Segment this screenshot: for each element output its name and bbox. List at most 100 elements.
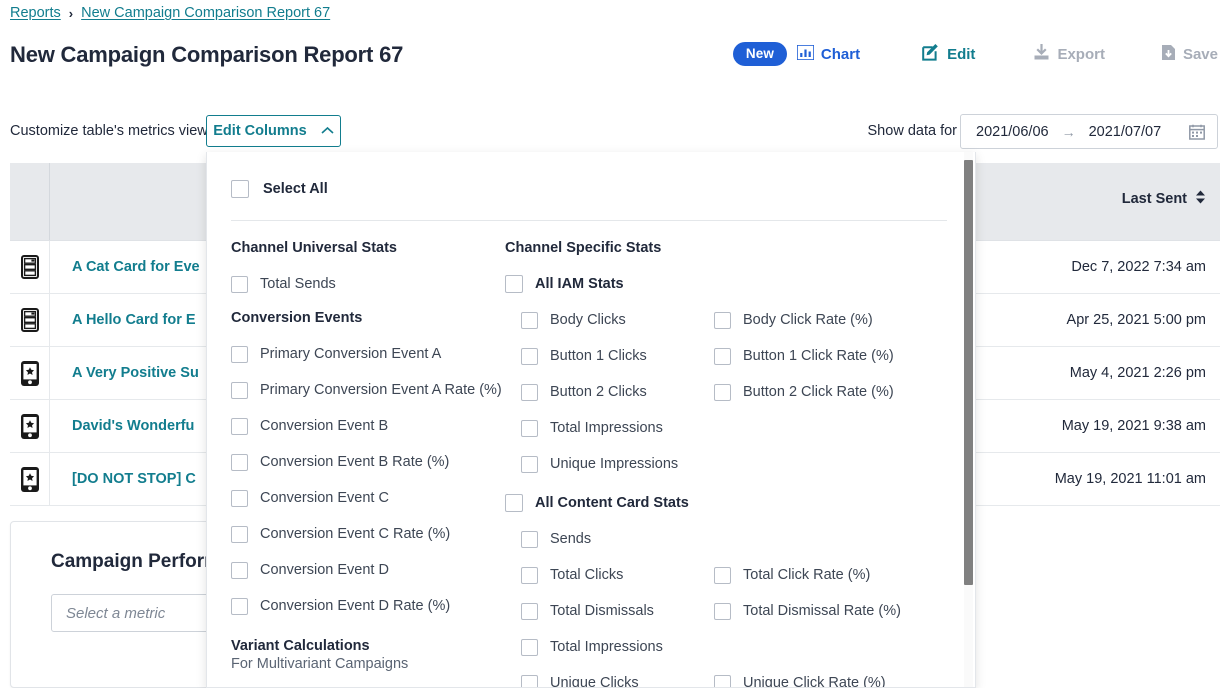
checkbox-row-total-clicks[interactable]: Total Clicks <box>521 557 714 593</box>
checkbox-label: All IAM Stats <box>535 276 624 292</box>
checkbox-row-total-dismissals[interactable]: Total Dismissals <box>521 593 714 629</box>
select-all-label: Select All <box>263 181 328 197</box>
edit-columns-label: Edit Columns <box>213 123 306 139</box>
checkbox-row-button-1-click-rate[interactable]: Button 1 Click Rate (%) <box>714 338 934 374</box>
checkbox[interactable] <box>714 312 731 329</box>
checkbox[interactable] <box>521 603 538 620</box>
checkbox[interactable] <box>505 275 523 293</box>
iam-stats-row: Body Clicks Body Click Rate (%) <box>505 302 955 338</box>
checkbox-row-iam-total-impressions[interactable]: Total Impressions <box>521 410 714 446</box>
checkbox[interactable] <box>231 418 248 435</box>
checkbox-row-cc-total-impressions[interactable]: Total Impressions <box>521 629 714 665</box>
date-range-start[interactable]: 2021/06/06 <box>976 124 1049 140</box>
save-button[interactable]: Save <box>1161 44 1218 65</box>
checkbox[interactable] <box>231 526 248 543</box>
checkbox-row-unique-clicks[interactable]: Unique Clicks <box>521 665 714 688</box>
breadcrumb-link-current[interactable]: New Campaign Comparison Report 67 <box>81 5 330 21</box>
breadcrumb-link-reports[interactable]: Reports <box>10 5 61 21</box>
checkbox-label: Total Sends <box>260 276 336 292</box>
checkbox-row-body-clicks[interactable]: Body Clicks <box>521 302 714 338</box>
checkbox-row-total-dismissal-rate[interactable]: Total Dismissal Rate (%) <box>714 593 934 629</box>
checkbox-row-primary-conversion-event-a-rate[interactable]: Primary Conversion Event A Rate (%) <box>231 372 501 408</box>
checkbox-label: Conversion Event D Rate (%) <box>260 598 450 614</box>
checkbox-label: Button 1 Click Rate (%) <box>743 348 894 364</box>
checkbox[interactable] <box>714 603 731 620</box>
checkbox-row-body-click-rate[interactable]: Body Click Rate (%) <box>714 302 934 338</box>
table-header-last-sent[interactable]: Last Sent <box>977 163 1220 240</box>
sort-updown-icon[interactable] <box>1195 190 1206 208</box>
checkbox-row-conversion-event-d-rate[interactable]: Conversion Event D Rate (%) <box>231 588 501 624</box>
select-all-checkbox[interactable] <box>231 180 249 198</box>
checkbox-label: Conversion Event C Rate (%) <box>260 526 450 542</box>
checkbox[interactable] <box>231 382 248 399</box>
checkbox[interactable] <box>231 454 248 471</box>
panel-right-column: Channel Specific Stats All IAM Stats Bod… <box>505 232 955 688</box>
checkbox[interactable] <box>231 598 248 615</box>
checkbox-row-conversion-event-b[interactable]: Conversion Event B <box>231 408 501 444</box>
checkbox-label: Unique Click Rate (%) <box>743 675 886 688</box>
checkbox[interactable] <box>521 420 538 437</box>
edit-columns-button[interactable]: Edit Columns <box>206 115 341 147</box>
checkbox[interactable] <box>714 567 731 584</box>
checkbox-row-total-click-rate[interactable]: Total Click Rate (%) <box>714 557 934 593</box>
checkbox-row-unique-click-rate[interactable]: Unique Click Rate (%) <box>714 665 934 688</box>
breadcrumb: Reports › New Campaign Comparison Report… <box>10 5 330 21</box>
checkbox-row-button-2-click-rate[interactable]: Button 2 Click Rate (%) <box>714 374 934 410</box>
checkbox[interactable] <box>521 639 538 656</box>
checkbox-row-button-2-clicks[interactable]: Button 2 Clicks <box>521 374 714 410</box>
checkbox[interactable] <box>231 346 248 363</box>
checkbox[interactable] <box>505 494 523 512</box>
export-button[interactable]: Export <box>1033 44 1105 65</box>
edit-button[interactable]: Edit <box>922 43 975 65</box>
checkbox[interactable] <box>521 531 538 548</box>
checkbox[interactable] <box>521 312 538 329</box>
calendar-icon[interactable] <box>1189 124 1205 140</box>
pencil-square-icon <box>922 43 940 65</box>
checkbox-label: Conversion Event D <box>260 562 389 578</box>
checkbox[interactable] <box>714 675 731 688</box>
date-range-picker[interactable]: 2021/06/06 → 2021/07/07 <box>960 114 1218 149</box>
checkbox-label: Conversion Event B <box>260 418 388 434</box>
export-button-label: Export <box>1057 46 1105 63</box>
checkbox-row-conversion-event-b-rate[interactable]: Conversion Event B Rate (%) <box>231 444 501 480</box>
checkbox-row-conversion-event-c[interactable]: Conversion Event C <box>231 480 501 516</box>
checkbox[interactable] <box>714 348 731 365</box>
content-card-stats-row: Unique Clicks Unique Click Rate (%) <box>505 665 955 688</box>
checkbox[interactable] <box>714 384 731 401</box>
chart-button[interactable]: Chart <box>797 45 860 64</box>
checkbox[interactable] <box>521 384 538 401</box>
panel-scrollbar-thumb[interactable] <box>964 160 973 585</box>
checkbox-label: All Content Card Stats <box>535 495 689 511</box>
last-sent-value: Apr 25, 2021 5:00 pm <box>977 294 1220 346</box>
date-range-end[interactable]: 2021/07/07 <box>1089 124 1162 140</box>
checkbox[interactable] <box>521 675 538 688</box>
content-card-stats-row: Total Impressions <box>505 629 955 665</box>
show-data-for-label: Show data for <box>868 123 957 139</box>
checkbox[interactable] <box>231 490 248 507</box>
date-range-arrow-icon: → <box>1062 124 1076 140</box>
checkbox-label: Primary Conversion Event A Rate (%) <box>260 382 502 398</box>
select-all-checkbox-row[interactable]: Select All <box>231 180 328 198</box>
checkbox-label: Unique Impressions <box>550 456 678 472</box>
new-badge[interactable]: New <box>733 42 787 66</box>
chart-button-label: Chart <box>821 46 860 63</box>
checkbox-row-button-1-clicks[interactable]: Button 1 Clicks <box>521 338 714 374</box>
checkbox[interactable] <box>521 348 538 365</box>
checkbox[interactable] <box>231 562 248 579</box>
checkbox-row-primary-conversion-event-a[interactable]: Primary Conversion Event A <box>231 336 501 372</box>
checkbox[interactable] <box>521 567 538 584</box>
iam-stats-row: Total Impressions <box>505 410 955 446</box>
checkbox-label: Total Click Rate (%) <box>743 567 870 583</box>
checkbox-row-conversion-event-d[interactable]: Conversion Event D <box>231 552 501 588</box>
in-app-message-icon <box>10 347 50 399</box>
checkbox[interactable] <box>521 456 538 473</box>
checkbox-row-all-iam-stats[interactable]: All IAM Stats <box>505 266 955 302</box>
checkbox-row-all-content-card-stats[interactable]: All Content Card Stats <box>505 485 955 521</box>
checkbox[interactable] <box>231 276 248 293</box>
checkbox-row-conversion-event-c-rate[interactable]: Conversion Event C Rate (%) <box>231 516 501 552</box>
checkbox-row-sends[interactable]: Sends <box>521 521 714 557</box>
checkbox-row-unique-impressions[interactable]: Unique Impressions <box>521 446 714 482</box>
edit-button-label: Edit <box>947 46 975 63</box>
checkbox-row-total-sends[interactable]: Total Sends <box>231 266 501 302</box>
save-button-label: Save <box>1183 46 1218 63</box>
